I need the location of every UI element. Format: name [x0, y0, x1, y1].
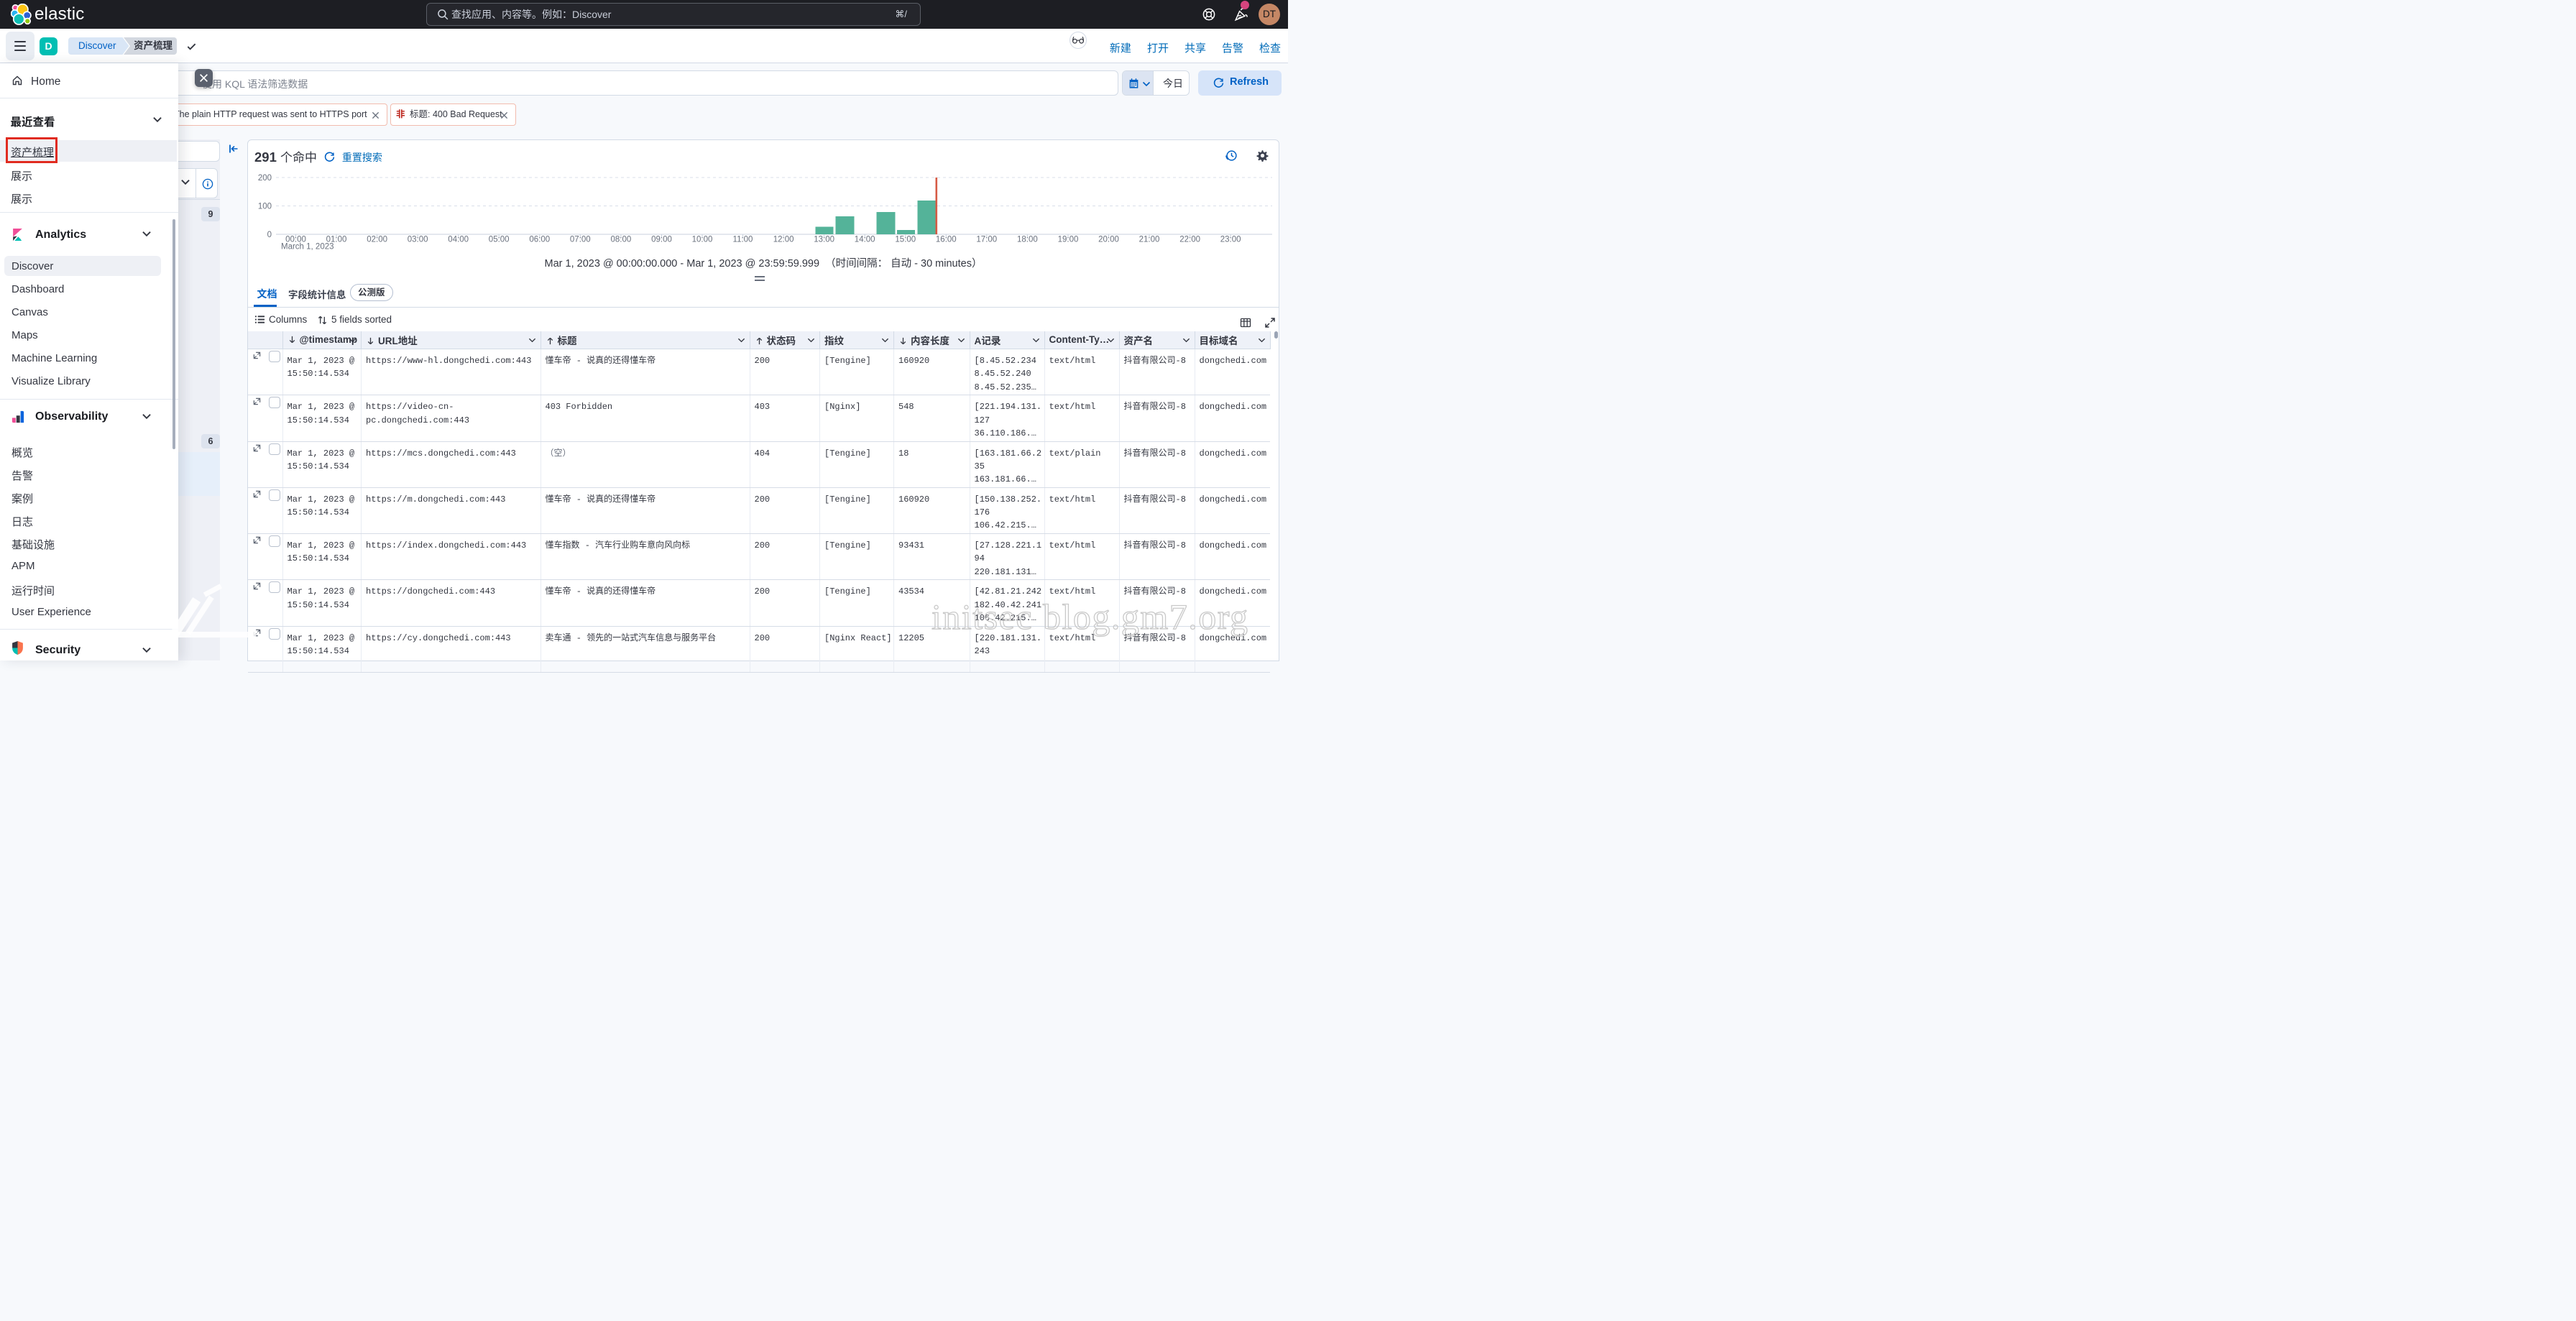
svg-text:06:00: 06:00 — [529, 236, 550, 244]
svg-text:20:00: 20:00 — [1098, 236, 1119, 244]
svg-text:15:00: 15:00 — [895, 236, 916, 244]
svg-text:02:00: 02:00 — [367, 236, 387, 244]
svg-text:0: 0 — [267, 231, 272, 239]
svg-text:07:00: 07:00 — [570, 236, 591, 244]
svg-text:23:00: 23:00 — [1220, 236, 1241, 244]
svg-text:16:00: 16:00 — [936, 236, 957, 244]
svg-text:200: 200 — [258, 174, 272, 183]
svg-text:05:00: 05:00 — [489, 236, 510, 244]
svg-text:08:00: 08:00 — [611, 236, 632, 244]
svg-text:21:00: 21:00 — [1139, 236, 1160, 244]
svg-text:March 1, 2023: March 1, 2023 — [281, 243, 334, 252]
svg-text:11:00: 11:00 — [733, 236, 753, 244]
svg-text:22:00: 22:00 — [1179, 236, 1200, 244]
svg-text:04:00: 04:00 — [448, 236, 469, 244]
svg-text:19:00: 19:00 — [1058, 236, 1079, 244]
svg-text:12:00: 12:00 — [773, 236, 794, 244]
svg-text:17:00: 17:00 — [976, 236, 997, 244]
svg-text:03:00: 03:00 — [408, 236, 428, 244]
svg-text:09:00: 09:00 — [651, 236, 672, 244]
svg-text:10:00: 10:00 — [692, 236, 713, 244]
svg-text:14:00: 14:00 — [855, 236, 875, 244]
svg-text:18:00: 18:00 — [1017, 236, 1038, 244]
svg-text:13:00: 13:00 — [814, 236, 834, 244]
svg-text:100: 100 — [258, 203, 272, 211]
